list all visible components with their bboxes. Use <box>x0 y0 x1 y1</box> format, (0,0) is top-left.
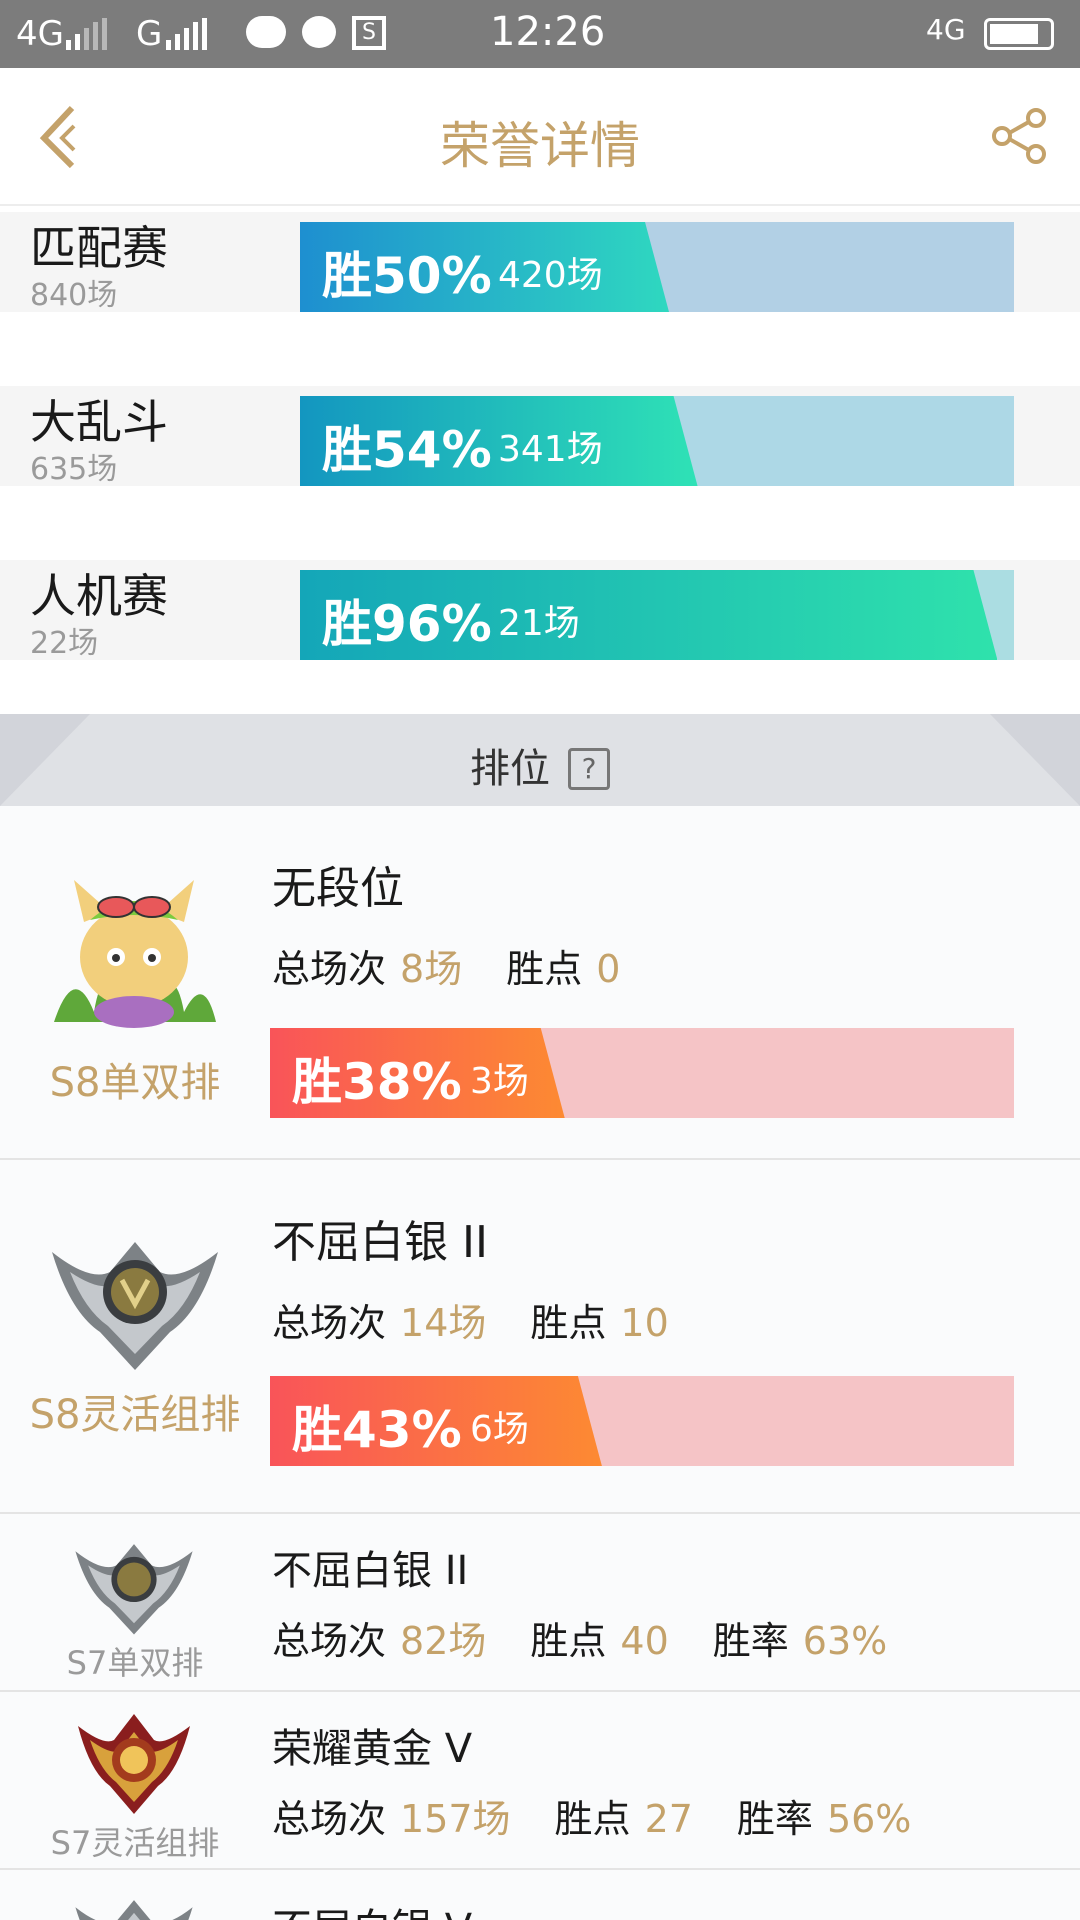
mode-name: 匹配赛 <box>30 221 168 275</box>
queue-name: S7单双排 <box>66 1644 204 1682</box>
gold-emblem-icon <box>78 1714 190 1814</box>
win-rate-label: 胜38% <box>292 1053 462 1111</box>
silver-emblem-icon <box>75 1544 193 1635</box>
ranked-stats: 总场次 8场 胜点 0 <box>272 938 664 993</box>
win-rate-label: 胜43% <box>292 1401 462 1459</box>
ranked-title: 排位 <box>470 746 550 792</box>
points-label: 胜点 <box>530 1301 607 1345</box>
games-label: 总场次 <box>272 1797 387 1841</box>
tier-name: 无段位 <box>272 863 404 914</box>
share-button[interactable] <box>990 106 1050 166</box>
share-icon <box>992 108 1046 164</box>
tier-name: 不屈白银 II <box>272 1217 488 1268</box>
points-value: 10 <box>620 1301 669 1345</box>
ranked-win-bar: 胜38% 3场 <box>270 1028 1014 1118</box>
signal-icon-1 <box>66 18 107 50</box>
mode-name: 人机赛 <box>30 569 168 623</box>
rate-value: 63% <box>802 1619 888 1663</box>
signal-icon-2 <box>166 18 207 50</box>
mode-row-matched[interactable]: 匹配赛 840场 胜50% 420场 <box>0 212 1080 313</box>
silver-emblem-icon <box>52 1242 218 1370</box>
win-rate-bar: 胜96% 21场 <box>300 570 1014 660</box>
win-rate-bar: 胜54% 341场 <box>300 396 1014 486</box>
tier-name: 不屈白银 II <box>272 1548 469 1594</box>
win-count: 21场 <box>498 603 580 644</box>
network-type-1: 4G <box>16 14 64 54</box>
games-value: 82场 <box>400 1619 487 1663</box>
win-count: 3场 <box>470 1061 529 1102</box>
rate-label: 胜率 <box>736 1797 813 1841</box>
network-type-3: 4G <box>926 13 966 46</box>
rate-value: 56% <box>826 1797 912 1841</box>
points-label: 胜点 <box>554 1797 631 1841</box>
ranked-section-header: 排位? <box>0 714 1080 806</box>
ranked-win-bar: 胜43% 6场 <box>270 1376 1014 1466</box>
page-title: 荣誉详情 <box>440 117 640 175</box>
games-value: 8场 <box>400 947 463 991</box>
win-rate-label: 胜54% <box>322 421 492 479</box>
teemo-avatar-icon <box>54 880 216 1028</box>
network-type-2: G <box>136 14 163 54</box>
win-count: 6场 <box>470 1409 529 1450</box>
silver-emblem-icon <box>75 1900 193 1920</box>
points-label: 胜点 <box>530 1619 607 1663</box>
win-rate-label: 胜50% <box>322 247 492 305</box>
queue-name: S8单双排 <box>49 1060 221 1106</box>
points-value: 0 <box>596 947 621 991</box>
mode-row-aram[interactable]: 大乱斗 635场 胜54% 341场 <box>0 386 1080 487</box>
rank-card[interactable]: S7单双排 不屈白银 II 总场次 82场 胜点 40 胜率 63% <box>0 1514 1080 1692</box>
rank-card[interactable]: S7灵活组排 荣耀黄金 V 总场次 157场 胜点 27 胜率 56% <box>0 1692 1080 1870</box>
points-value: 40 <box>620 1619 669 1663</box>
games-value: 14场 <box>400 1301 487 1345</box>
tier-name: 不屈白银 V <box>272 1896 472 1920</box>
message-icon <box>302 16 336 48</box>
help-icon[interactable]: ? <box>568 748 610 790</box>
mode-total: 22场 <box>30 626 99 661</box>
mode-total: 635场 <box>30 452 118 487</box>
clock: 12:26 <box>490 9 606 55</box>
games-value: 157场 <box>400 1797 511 1841</box>
ranked-stats: 总场次 82场 胜点 40 胜率 63% <box>272 1610 931 1665</box>
win-rate-label: 胜96% <box>322 595 492 653</box>
tier-name: 荣耀黄金 V <box>272 1726 473 1772</box>
mode-name: 大乱斗 <box>30 395 168 449</box>
games-label: 总场次 <box>272 1301 387 1345</box>
queue-name: S7灵活组排 <box>50 1824 220 1862</box>
ranked-stats: 总场次 14场 胜点 10 <box>272 1292 713 1347</box>
mode-row-bots[interactable]: 人机赛 22场 胜96% 21场 <box>0 560 1080 661</box>
rate-label: 胜率 <box>712 1619 789 1663</box>
points-value: 27 <box>644 1797 693 1841</box>
wechat-icon <box>246 16 286 48</box>
games-label: 总场次 <box>272 947 387 991</box>
rank-card[interactable]: 不屈白银 V <box>0 1870 1080 1920</box>
battery-icon <box>984 18 1054 50</box>
status-bar: 4G G S 12:26 4G <box>0 0 1080 68</box>
points-label: 胜点 <box>506 947 583 991</box>
rank-card[interactable]: S8灵活组排 不屈白银 II 总场次 14场 胜点 10 胜43% 6场 <box>0 1160 1080 1514</box>
nav-bar: 荣誉详情 <box>0 68 1080 206</box>
mode-total: 840场 <box>30 278 118 313</box>
win-count: 420场 <box>498 255 603 296</box>
queue-name: S8灵活组排 <box>29 1392 241 1438</box>
win-count: 341场 <box>498 429 603 470</box>
rank-card[interactable]: S8单双排 无段位 总场次 8场 胜点 0 胜38% 3场 <box>0 806 1080 1160</box>
ranked-stats: 总场次 157场 胜点 27 胜率 56% <box>272 1788 955 1843</box>
win-rate-bar: 胜50% 420场 <box>300 222 1014 312</box>
screenshot-icon: S <box>352 16 386 50</box>
games-label: 总场次 <box>272 1619 387 1663</box>
